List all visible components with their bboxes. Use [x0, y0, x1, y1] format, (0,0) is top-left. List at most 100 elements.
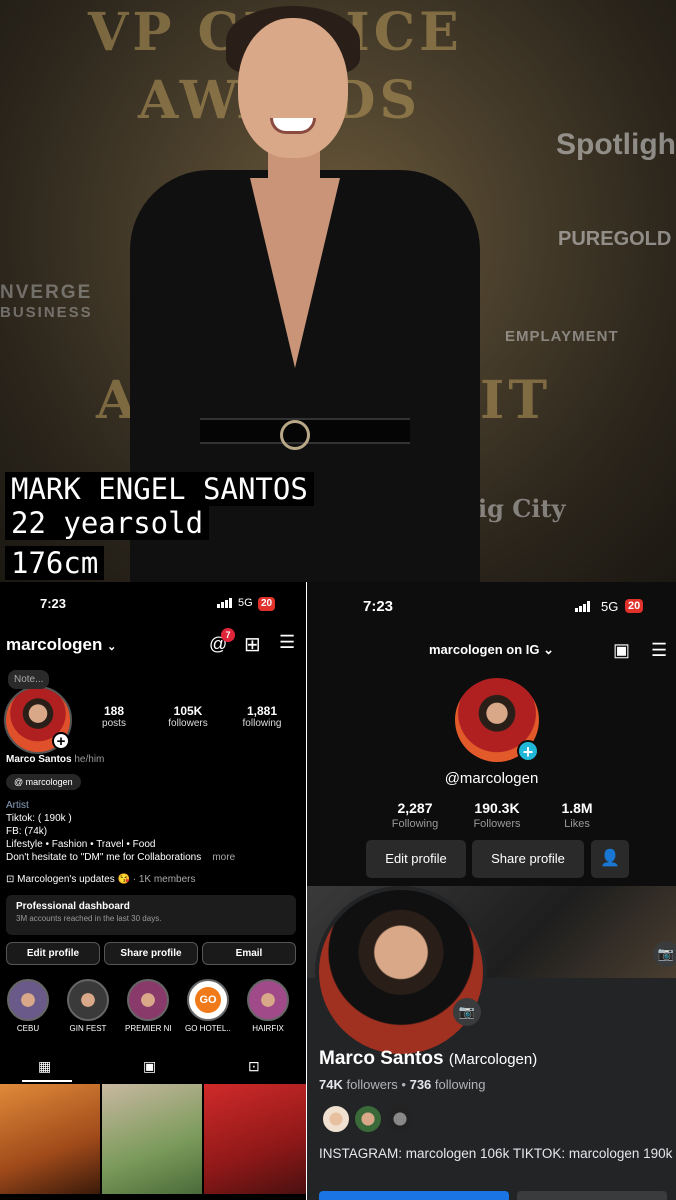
highlight-item[interactable]: GIN FEST — [65, 979, 111, 1033]
following-count: 736 — [409, 1077, 432, 1092]
threads-handle: marcologen — [25, 777, 73, 787]
stat-value: 190.3K — [474, 800, 520, 816]
menu-icon[interactable]: ☰ — [279, 632, 295, 653]
page-title-text: marcologen on IG — [428, 642, 540, 657]
backdrop-text: BUSINESS — [0, 304, 93, 321]
go-hotel-logo: GO — [195, 987, 221, 1013]
email-button[interactable]: Email — [202, 942, 296, 965]
instagram-profile-panel: 7:23 5G 20 marcologen ⌄ @ 7 ⊞ ☰ Note... … — [0, 582, 306, 1200]
caption-height: 176cm — [5, 546, 105, 580]
tiktok-profile-panel: 7:23 5G 20 marcologen on IG ⌄ ▣ ☰ + @mar… — [307, 582, 676, 886]
caption-age: 22 yearsold — [5, 506, 210, 540]
highlight-item[interactable]: PREMIER NI... — [125, 979, 171, 1033]
profile-name: Marco Santos (Marcologen) — [319, 1048, 537, 1070]
add-story-icon[interactable]: + — [52, 732, 70, 750]
highlight-label: HAIRFIX — [252, 1024, 284, 1033]
highlight-item[interactable]: HAIRFIX — [245, 979, 291, 1033]
stat-value: 1,881 — [246, 704, 278, 718]
stat-label: Followers — [473, 818, 521, 830]
stat-label: Following — [391, 818, 439, 830]
bio-line: Lifestyle • Fashion • Travel • Food — [6, 839, 156, 850]
backdrop-text: Spotlight — [556, 128, 676, 161]
stat-followers[interactable]: 190.3K Followers — [457, 800, 537, 830]
friend-avatar[interactable] — [353, 1104, 383, 1134]
dashboard-subtitle: 3M accounts reached in the last 30 days. — [16, 914, 162, 923]
pronouns: he/him — [74, 754, 105, 765]
highlight-label: CEBU — [16, 1024, 40, 1033]
stat-posts[interactable]: 188 posts — [84, 704, 144, 729]
share-profile-button[interactable]: Share profile — [104, 942, 198, 965]
stat-followers[interactable]: 105K followers — [158, 704, 218, 729]
create-post-icon[interactable]: ⊞ — [244, 632, 261, 657]
status-time: 7:23 — [40, 596, 67, 611]
stat-likes[interactable]: 1.8M Likes — [537, 800, 617, 830]
professional-dashboard[interactable]: Professional dashboard 3M accounts reach… — [6, 895, 296, 935]
edit-profile-button[interactable]: Edit profile — [6, 942, 100, 965]
friend-avatar[interactable] — [385, 1104, 415, 1134]
note-bubble[interactable]: Note... — [8, 670, 50, 689]
more-link[interactable]: more — [212, 852, 235, 863]
display-name-text: Marco Santos — [6, 754, 72, 765]
backdrop-text: PUREGOLD — [558, 228, 672, 250]
profile-nickname: (Marcologen) — [448, 1051, 538, 1068]
camera-icon[interactable]: 📷 — [453, 998, 481, 1026]
display-name: Marco Santos he/him — [6, 754, 104, 765]
edit-profile-button[interactable]: Edit profile — [366, 840, 466, 878]
stat-value: 1.8M — [561, 800, 593, 816]
add-friend-icon[interactable]: 👤 — [591, 840, 629, 878]
signal-icon — [575, 601, 590, 612]
calendar-icon[interactable]: ▣ — [613, 640, 630, 661]
bio-line: FB: (74k) — [6, 826, 48, 837]
menu-icon[interactable]: ☰ — [651, 640, 667, 661]
camera-icon[interactable]: 📷 — [653, 941, 676, 967]
network-label: 5G — [601, 599, 619, 614]
highlight-item[interactable]: CEBU — [5, 979, 51, 1033]
highlight-item[interactable]: GO GO HOTEL... — [185, 979, 231, 1033]
separator: • — [401, 1077, 406, 1092]
chevron-down-icon: ⌄ — [107, 641, 117, 653]
grid-icon[interactable]: ▦ — [38, 1058, 51, 1075]
network-label: 5G — [238, 597, 253, 609]
post-thumbnail[interactable] — [0, 1084, 100, 1194]
backdrop-text: NVERGE — [0, 282, 93, 303]
stat-value: 188 — [103, 704, 125, 718]
event-photo: VP CHOICE AWARDS Spotlight PUREGOLD NVER… — [0, 0, 676, 582]
broadcast-channel[interactable]: ⊡ Marcologen's updates 😘 · 1K members — [6, 874, 196, 885]
highlight-thumb — [7, 979, 49, 1021]
share-profile-button[interactable]: Share profile — [472, 840, 584, 878]
dashboard-title: Professional dashboard — [16, 901, 130, 912]
follow-stats[interactable]: 74K followers • 736 following — [319, 1077, 486, 1092]
stat-label: following — [242, 718, 282, 729]
stat-label: Likes — [564, 818, 590, 830]
stat-value: 105K — [173, 704, 203, 718]
highlight-thumb — [247, 979, 289, 1021]
bio-category: Artist — [6, 800, 29, 811]
highlight-thumb — [67, 979, 109, 1021]
followers-count: 74K — [319, 1077, 343, 1092]
highlight-label: PREMIER NI... — [125, 1024, 171, 1033]
primary-action-button[interactable] — [319, 1191, 509, 1200]
secondary-action-button[interactable] — [517, 1191, 667, 1200]
caption-name: MARK ENGEL SANTOS — [5, 472, 314, 506]
friend-avatar[interactable] — [321, 1104, 351, 1134]
backdrop-text: IT — [480, 370, 552, 431]
stat-following[interactable]: 2,287 Following — [375, 800, 455, 830]
avatar[interactable] — [315, 886, 487, 1058]
highlight-label: GO HOTEL... — [185, 1024, 231, 1033]
add-story-icon[interactable]: + — [517, 740, 539, 762]
bio-line-text: Don't hesitate to "DM" me for Collaborat… — [6, 852, 202, 863]
stat-following[interactable]: 1,881 following — [232, 704, 292, 729]
person-chest — [250, 178, 340, 368]
post-thumbnail[interactable] — [102, 1084, 202, 1194]
profile-tabs: ▦ ▣ ⊡ — [0, 1052, 306, 1082]
threads-link[interactable]: @ marcologen — [6, 774, 81, 790]
highlight-thumb: GO — [187, 979, 229, 1021]
stat-label: followers — [168, 718, 208, 729]
tagged-icon[interactable]: ⊡ — [248, 1058, 260, 1075]
post-thumbnail[interactable] — [204, 1084, 306, 1194]
status-time: 7:23 — [363, 598, 394, 615]
profile-bio: INSTAGRAM: marcologen 106k TIKTOK: marco… — [319, 1146, 673, 1161]
profile-username[interactable]: marcologen ⌄ — [6, 635, 116, 655]
channel-name: Marcologen's updates — [17, 874, 115, 885]
reels-icon[interactable]: ▣ — [143, 1058, 156, 1075]
